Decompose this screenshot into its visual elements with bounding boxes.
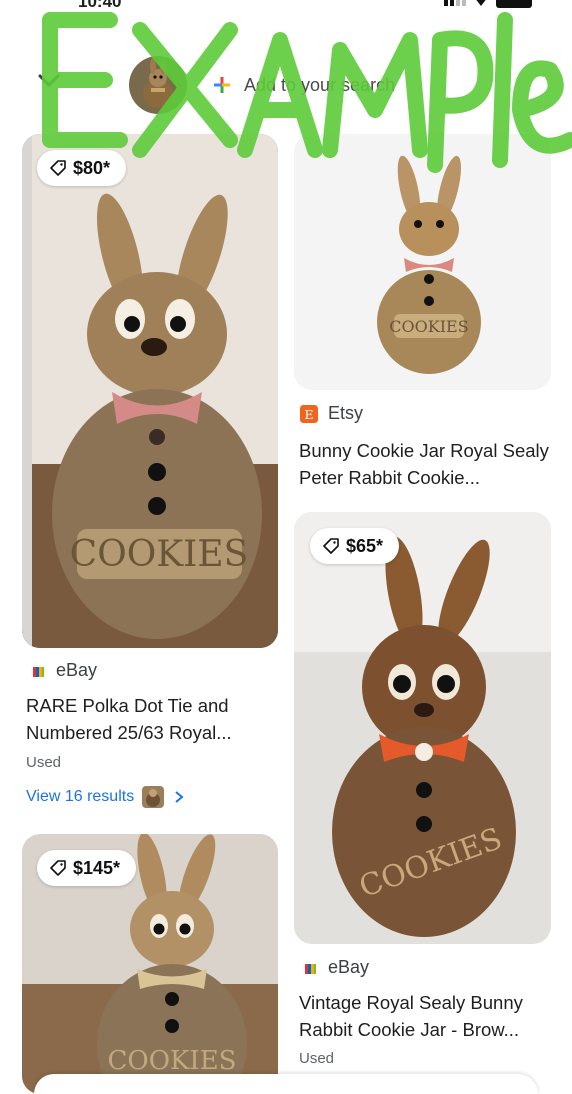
condition-label: Used bbox=[299, 1050, 335, 1067]
source-name: Etsy bbox=[328, 403, 364, 423]
search-header: Add to your search bbox=[0, 48, 572, 118]
price-tag: $65* bbox=[310, 528, 400, 564]
result-image-2[interactable]: COOKIES bbox=[294, 134, 551, 390]
result-image-1[interactable]: COOKIES bbox=[22, 134, 278, 648]
plus-icon bbox=[214, 77, 230, 93]
tag-icon bbox=[323, 538, 339, 554]
battery-icon bbox=[496, 0, 532, 8]
tag-icon bbox=[50, 160, 66, 176]
result-title[interactable]: RARE Polka Dot Tie and Numbered 25/63 Ro… bbox=[26, 692, 274, 746]
svg-text:COOKIES: COOKIES bbox=[389, 317, 468, 336]
source-name: eBay bbox=[328, 957, 370, 977]
result-source[interactable]: eBay bbox=[302, 957, 369, 978]
source-name: eBay bbox=[56, 660, 98, 680]
chevron-down-icon[interactable] bbox=[34, 70, 64, 92]
chevron-right-icon bbox=[175, 791, 184, 803]
svg-text:COOKIES: COOKIES bbox=[107, 1046, 236, 1076]
view-results-label: View 16 results bbox=[26, 788, 135, 805]
status-bar: 10:40 bbox=[0, 0, 572, 18]
ebay-icon bbox=[33, 666, 44, 677]
condition-label: Used bbox=[26, 754, 62, 771]
price-value: $145* bbox=[73, 857, 121, 878]
bottom-sheet[interactable] bbox=[34, 1074, 538, 1094]
result-title[interactable]: Bunny Cookie Jar Royal Sealy Peter Rabbi… bbox=[299, 437, 555, 491]
add-to-search-button[interactable]: Add to your search bbox=[200, 62, 420, 108]
etsy-icon: E bbox=[300, 404, 318, 423]
status-icons bbox=[444, 0, 532, 8]
result-source[interactable]: E Etsy bbox=[300, 403, 363, 424]
results-thumbnail bbox=[142, 786, 165, 808]
add-to-search-label: Add to your search bbox=[244, 74, 396, 95]
price-tag: $145* bbox=[37, 850, 137, 886]
svg-text:COOKIES: COOKIES bbox=[70, 534, 249, 575]
tag-icon bbox=[50, 860, 66, 876]
status-time: 10:40 bbox=[78, 0, 122, 11]
signal-icon bbox=[444, 0, 466, 6]
price-value: $80* bbox=[73, 157, 111, 178]
result-image-3[interactable]: COOKIES bbox=[294, 512, 551, 944]
query-image-thumbnail[interactable] bbox=[129, 56, 187, 114]
price-tag: $80* bbox=[37, 150, 127, 186]
result-title[interactable]: Vintage Royal Sealy Bunny Rabbit Cookie … bbox=[299, 989, 559, 1043]
ebay-icon bbox=[305, 963, 316, 974]
wifi-icon bbox=[476, 0, 486, 6]
view-results-link[interactable]: View 16 results bbox=[26, 786, 186, 808]
price-value: $65* bbox=[346, 535, 384, 556]
result-source[interactable]: eBay bbox=[30, 660, 97, 681]
svg-text:E: E bbox=[304, 408, 313, 422]
